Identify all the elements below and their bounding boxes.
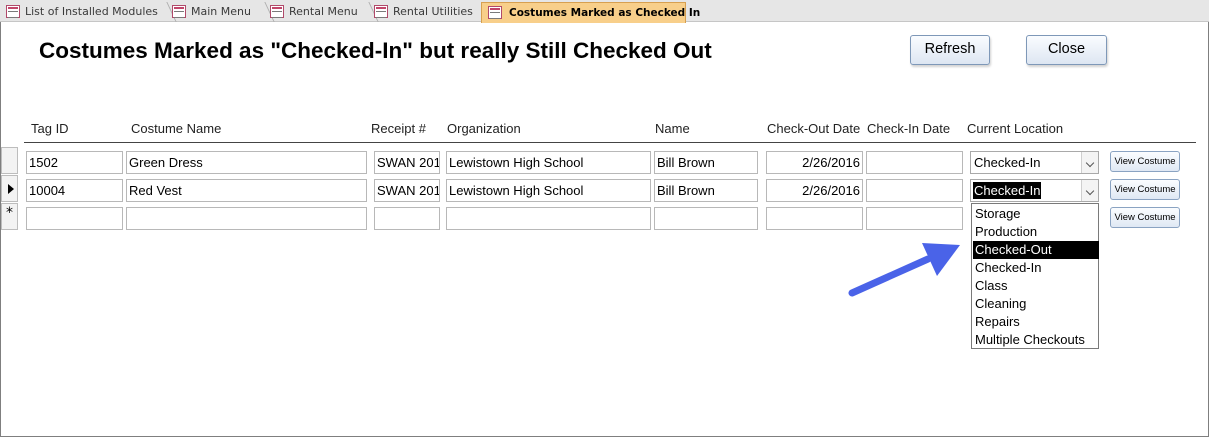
annotation-arrow-icon xyxy=(848,243,960,297)
